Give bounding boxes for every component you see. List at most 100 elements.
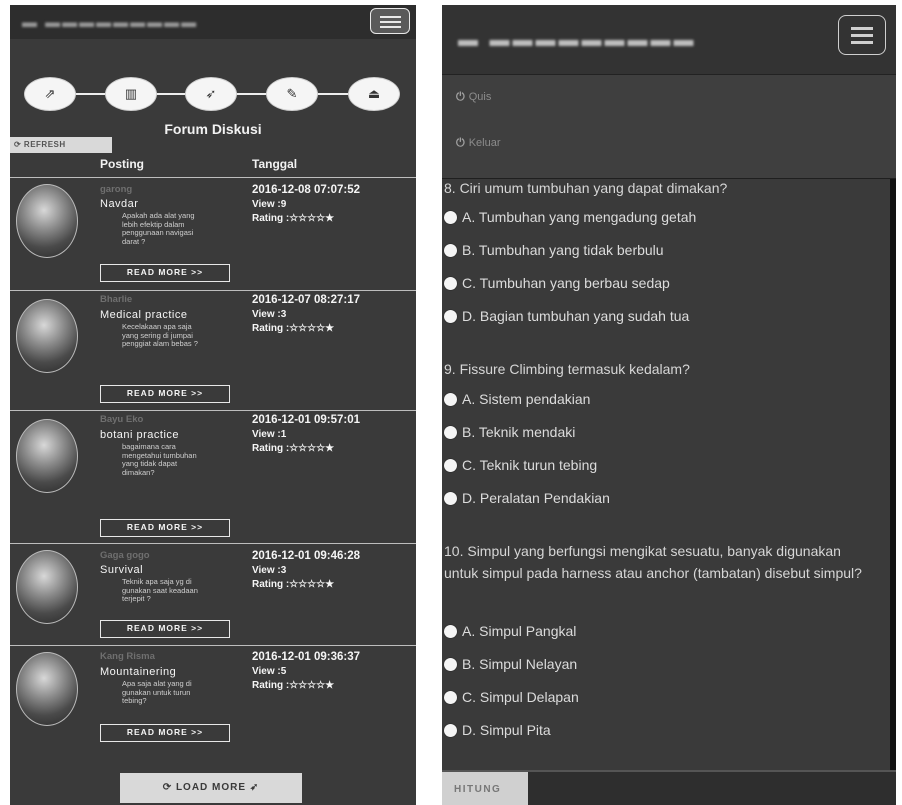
post-title[interactable]: Medical practice <box>100 309 187 321</box>
radio-button[interactable] <box>444 723 457 737</box>
post-rating: Rating :☆☆☆☆★ <box>252 680 335 691</box>
answer-option[interactable]: B. Teknik mendaki <box>444 424 575 440</box>
avatar <box>16 652 78 726</box>
question-text: 8. Ciri umum tumbuhan yang dapat dimakan… <box>444 180 728 196</box>
menu-item-keluar[interactable]: ⏻ Keluar <box>456 137 501 150</box>
post-view-count: View :3 <box>252 565 287 576</box>
answer-option[interactable]: B. Simpul Nelayan <box>444 656 577 672</box>
eject-icon[interactable]: ⏏ <box>348 77 400 111</box>
post-view-count: View :5 <box>252 666 287 677</box>
forum-navbar: ▬ ▬▬▬▬▬▬▬▬▬ <box>10 5 416 39</box>
radio-button[interactable] <box>444 491 457 505</box>
radio-button[interactable] <box>444 210 457 224</box>
column-header-tanggal: Tanggal <box>252 157 298 171</box>
post-title[interactable]: Survival <box>100 564 143 576</box>
post-date: 2016-12-08 07:07:52 <box>252 184 361 196</box>
post-title[interactable]: botani practice <box>100 429 179 441</box>
post-date: 2016-12-01 09:46:28 <box>252 550 361 562</box>
post-excerpt: Teknik apa saja yg di gunakan saat keada… <box>122 577 198 604</box>
radio-button[interactable] <box>444 243 457 257</box>
read-more-button[interactable]: READ MORE >> <box>100 385 230 403</box>
post-author: Bayu Eko <box>100 414 144 425</box>
app-brand-blurred: ▬ ▬▬▬▬▬▬▬▬▬ <box>22 14 199 31</box>
answer-option[interactable]: C. Teknik turun tebing <box>444 457 597 473</box>
answer-option[interactable]: C. Tumbuhan yang berbau sedap <box>444 275 670 291</box>
post-title[interactable]: Mountainering <box>100 666 176 678</box>
radio-button[interactable] <box>444 657 457 671</box>
read-more-button[interactable]: READ MORE >> <box>100 620 230 638</box>
page-title: Forum Diskusi <box>164 121 262 137</box>
post-author: garong <box>100 184 133 195</box>
post-author: Bharlie <box>100 294 133 305</box>
forum-post: Bharlie Medical practice Kecelakaan apa … <box>10 290 416 408</box>
hamburger-icon <box>851 27 873 30</box>
post-rating: Rating :☆☆☆☆★ <box>252 443 335 454</box>
refresh-button[interactable]: ⟳ REFRESH <box>10 137 112 153</box>
post-date: 2016-12-01 09:57:01 <box>252 414 361 426</box>
post-author: Gaga gogo <box>100 550 150 561</box>
app-brand-blurred: ▬ ▬▬▬▬▬▬▬▬▬ <box>458 29 697 51</box>
load-more-button[interactable]: ⟳ LOAD MORE ➶ <box>120 773 302 803</box>
avatar <box>16 184 78 258</box>
answer-option[interactable]: C. Simpul Delapan <box>444 689 579 705</box>
forum-post: Gaga gogo Survival Teknik apa saja yg di… <box>10 543 416 645</box>
column-header-posting: Posting <box>100 157 144 171</box>
question-text: 9. Fissure Climbing termasuk kedalam? <box>444 361 690 377</box>
quiz-footer: HITUNG <box>442 770 896 805</box>
read-more-button[interactable]: READ MORE >> <box>100 264 230 282</box>
post-view-count: View :3 <box>252 309 287 320</box>
question-text: 10. Simpul yang berfungsi mengikat sesua… <box>444 543 862 581</box>
radio-button[interactable] <box>444 425 457 439</box>
answer-option[interactable]: B. Tumbuhan yang tidak berbulu <box>444 242 664 258</box>
radio-button[interactable] <box>444 624 457 638</box>
answer-option[interactable]: D. Simpul Pita <box>444 722 551 738</box>
radio-button[interactable] <box>444 690 457 704</box>
forum-post: Bayu Eko botani practice bagaimana cara … <box>10 410 416 543</box>
post-excerpt: Kecelakaan apa saja yang sering di jumpa… <box>122 322 198 349</box>
quiz-navbar: ▬ ▬▬▬▬▬▬▬▬▬ <box>442 5 896 75</box>
answer-option[interactable]: D. Bagian tumbuhan yang sudah tua <box>444 308 689 324</box>
post-date: 2016-12-01 09:36:37 <box>252 651 361 663</box>
answer-option[interactable]: A. Simpul Pangkal <box>444 623 576 639</box>
post-excerpt: Apa saja alat yang di gunakan untuk turu… <box>122 679 192 706</box>
power-icon: ⏻ <box>456 91 465 103</box>
post-excerpt: bagaimana cara mengetahui tumbuhan yang … <box>122 442 197 477</box>
post-date: 2016-12-07 08:27:17 <box>252 294 361 306</box>
avatar <box>16 550 78 624</box>
radio-button[interactable] <box>444 309 457 323</box>
radio-button[interactable] <box>444 392 457 406</box>
paper-plane-icon[interactable]: ➶ <box>185 77 237 111</box>
hamburger-menu-button[interactable] <box>838 15 886 55</box>
answer-option[interactable]: A. Tumbuhan yang mengadung getah <box>444 209 696 225</box>
hamburger-menu-button[interactable] <box>370 8 410 34</box>
radio-button[interactable] <box>444 276 457 290</box>
post-view-count: View :1 <box>252 429 287 440</box>
radio-button[interactable] <box>444 458 457 472</box>
read-more-button[interactable]: READ MORE >> <box>100 724 230 742</box>
post-excerpt: Apakah ada alat yang lebih efektip dalam… <box>122 211 195 246</box>
answer-option[interactable]: D. Peralatan Pendakian <box>444 490 610 506</box>
post-rating: Rating :☆☆☆☆★ <box>252 323 335 334</box>
pencil-icon[interactable]: ✎ <box>266 77 318 111</box>
forum-screen: ▬ ▬▬▬▬▬▬▬▬▬ ⇗ ▥ ➶ ✎ ⏏ Forum Diskusi ⟳ RE… <box>10 5 416 805</box>
hitung-button[interactable]: HITUNG <box>442 772 528 805</box>
bank-icon[interactable]: ▥ <box>105 77 157 111</box>
forum-post: Kang Risma Mountainering Apa saja alat y… <box>10 645 416 751</box>
post-author: Kang Risma <box>100 651 155 662</box>
folder-open-icon[interactable]: ⇗ <box>24 77 76 111</box>
avatar <box>16 299 78 373</box>
panel-edge <box>890 179 896 770</box>
read-more-button[interactable]: READ MORE >> <box>100 519 230 537</box>
avatar <box>16 419 78 493</box>
hamburger-icon <box>380 16 401 18</box>
post-rating: Rating :☆☆☆☆★ <box>252 579 335 590</box>
menu-item-quis[interactable]: ⏻ Quis <box>456 91 491 104</box>
post-rating: Rating :☆☆☆☆★ <box>252 213 335 224</box>
post-title[interactable]: Navdar <box>100 198 138 210</box>
post-view-count: View :9 <box>252 199 287 210</box>
quiz-screen: ▬ ▬▬▬▬▬▬▬▬▬ ⏻ Quis ⏻ Keluar 8. Ciri umum t… <box>442 5 896 805</box>
forum-post: garong Navdar Apakah ada alat yang lebih… <box>10 177 416 290</box>
power-icon: ⏻ <box>456 137 465 149</box>
answer-option[interactable]: A. Sistem pendakian <box>444 391 590 407</box>
nav-dropdown-menu: ⏻ Quis ⏻ Keluar <box>442 75 896 179</box>
